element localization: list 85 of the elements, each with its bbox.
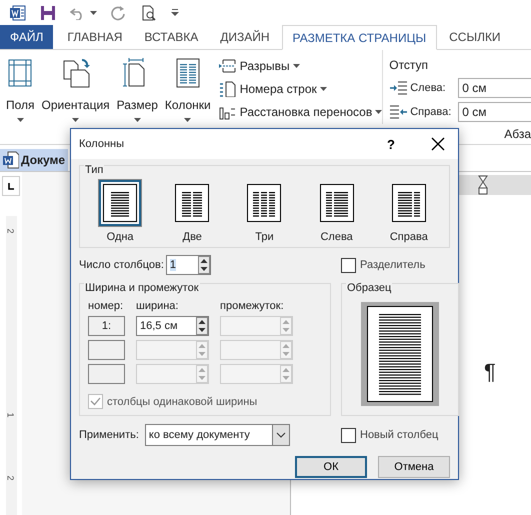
dialog-button[interactable]: ОК	[295, 456, 367, 478]
spin-arrows-icon	[196, 317, 208, 335]
ribbon-tab[interactable]: ГЛАВНАЯ	[57, 25, 132, 49]
help-button[interactable]: ?	[376, 131, 406, 157]
group-title: Отступ	[389, 57, 430, 74]
column-number-cell	[88, 340, 125, 360]
margins-icon	[6, 58, 34, 88]
checkbox[interactable]	[341, 428, 356, 442]
check-icon	[90, 397, 101, 406]
ribbon-tab[interactable]: ССЫЛКИ	[439, 25, 511, 49]
spinner-field[interactable]: 0 см	[458, 102, 531, 122]
ribbon-button[interactable]: Колонки	[162, 58, 213, 124]
paragraph-mark: ¶	[484, 360, 497, 384]
column-preset[interactable]: Одна	[99, 180, 142, 243]
caret-icon	[72, 118, 80, 122]
spinner-field[interactable]: 0 см	[458, 78, 531, 98]
spin-arrows-icon	[280, 317, 292, 335]
dialog-button[interactable]: Отмена	[378, 456, 450, 478]
ribbon-button[interactable]: Ориентация	[40, 58, 112, 124]
field-label: Справа:	[410, 106, 450, 118]
tab-stop-icon	[2, 176, 20, 196]
ribbon-tab[interactable]: ДИЗАЙН	[210, 25, 280, 49]
caret-icon	[16, 118, 24, 122]
orientation-icon	[62, 58, 90, 88]
caret-icon	[184, 118, 192, 122]
column-preset[interactable]: Три	[243, 180, 286, 243]
caret-icon	[292, 64, 300, 68]
field-label: Число столбцов:	[79, 259, 164, 271]
caret-icon	[134, 118, 141, 122]
column-preset[interactable]: Слева	[316, 180, 358, 243]
ribbon-button[interactable]: Поля	[4, 58, 37, 124]
spin-arrows-icon	[196, 341, 208, 359]
column-number-cell	[88, 364, 125, 384]
columns-icon	[174, 58, 202, 88]
checkbox[interactable]	[341, 258, 356, 272]
indent-left-icon	[389, 80, 408, 96]
ribbon-dropdown-button[interactable]: Номера строк	[218, 79, 382, 98]
document-icon	[3, 151, 19, 169]
ribbon-tab[interactable]: ВСТАВКА	[134, 25, 208, 49]
chevron-down-icon	[276, 432, 286, 438]
spin-arrows-icon	[280, 341, 292, 359]
dialog-title: Колонны	[79, 138, 125, 150]
print-preview-icon	[141, 4, 157, 20]
ribbon-button[interactable]: Размер	[114, 58, 160, 124]
group-title: Тип	[84, 164, 104, 176]
app-icon	[10, 4, 26, 20]
ruler-number: 2	[6, 476, 16, 480]
spin-arrows-icon	[196, 365, 208, 383]
group-title: Образец	[346, 282, 392, 294]
column-header: ширина:	[136, 300, 180, 312]
customize-caret-icon	[171, 8, 179, 16]
checkbox-label: Новый столбец	[360, 429, 438, 441]
column-header: промежуток:	[220, 300, 285, 312]
close-icon	[431, 137, 445, 151]
document-tab[interactable]: Докуме	[0, 149, 68, 171]
width-spinner[interactable]: 16,5 см	[136, 316, 209, 336]
column-layout-icon	[99, 180, 142, 226]
group-label: Абза	[504, 126, 531, 143]
ribbon-dropdown-button[interactable]: Разрывы	[218, 56, 382, 75]
redo-icon	[111, 4, 127, 20]
breaks-icon	[218, 58, 237, 74]
columns-count-spinner[interactable]: 1	[166, 255, 211, 275]
group-title: Ширина и промежуток	[84, 282, 200, 294]
spin-arrows-icon	[280, 365, 292, 383]
ruler-number: 1	[6, 412, 16, 418]
apply-dropdown[interactable]: ко всему документу	[144, 424, 290, 446]
ruler-number: 2	[6, 228, 16, 234]
ribbon-dropdown-button[interactable]: Расстановка переносов	[218, 102, 382, 121]
indent-marker-icon	[478, 175, 488, 195]
column-preset[interactable]: Две	[171, 180, 214, 243]
file-tab[interactable]: ФАЙЛ	[0, 25, 54, 49]
line-numbers-icon	[218, 80, 237, 96]
indent-right-icon	[389, 104, 408, 120]
ribbon-tab[interactable]: РАЗМЕТКА СТРАНИЦЫ	[282, 25, 438, 50]
caret-icon	[375, 110, 382, 114]
caret-icon	[320, 86, 327, 90]
column-number-cell: 1:	[88, 316, 125, 336]
spin-arrows-icon	[198, 256, 210, 274]
checkbox-label: столбцы одинаковой ширины	[107, 396, 258, 408]
undo-caret-icon	[90, 10, 97, 14]
column-header: номер:	[88, 300, 124, 312]
checkbox-label: Разделитель	[360, 259, 426, 271]
field-label: Применить:	[79, 429, 139, 441]
field-label: Слева:	[410, 82, 447, 94]
column-preset[interactable]: Справа	[388, 180, 430, 243]
